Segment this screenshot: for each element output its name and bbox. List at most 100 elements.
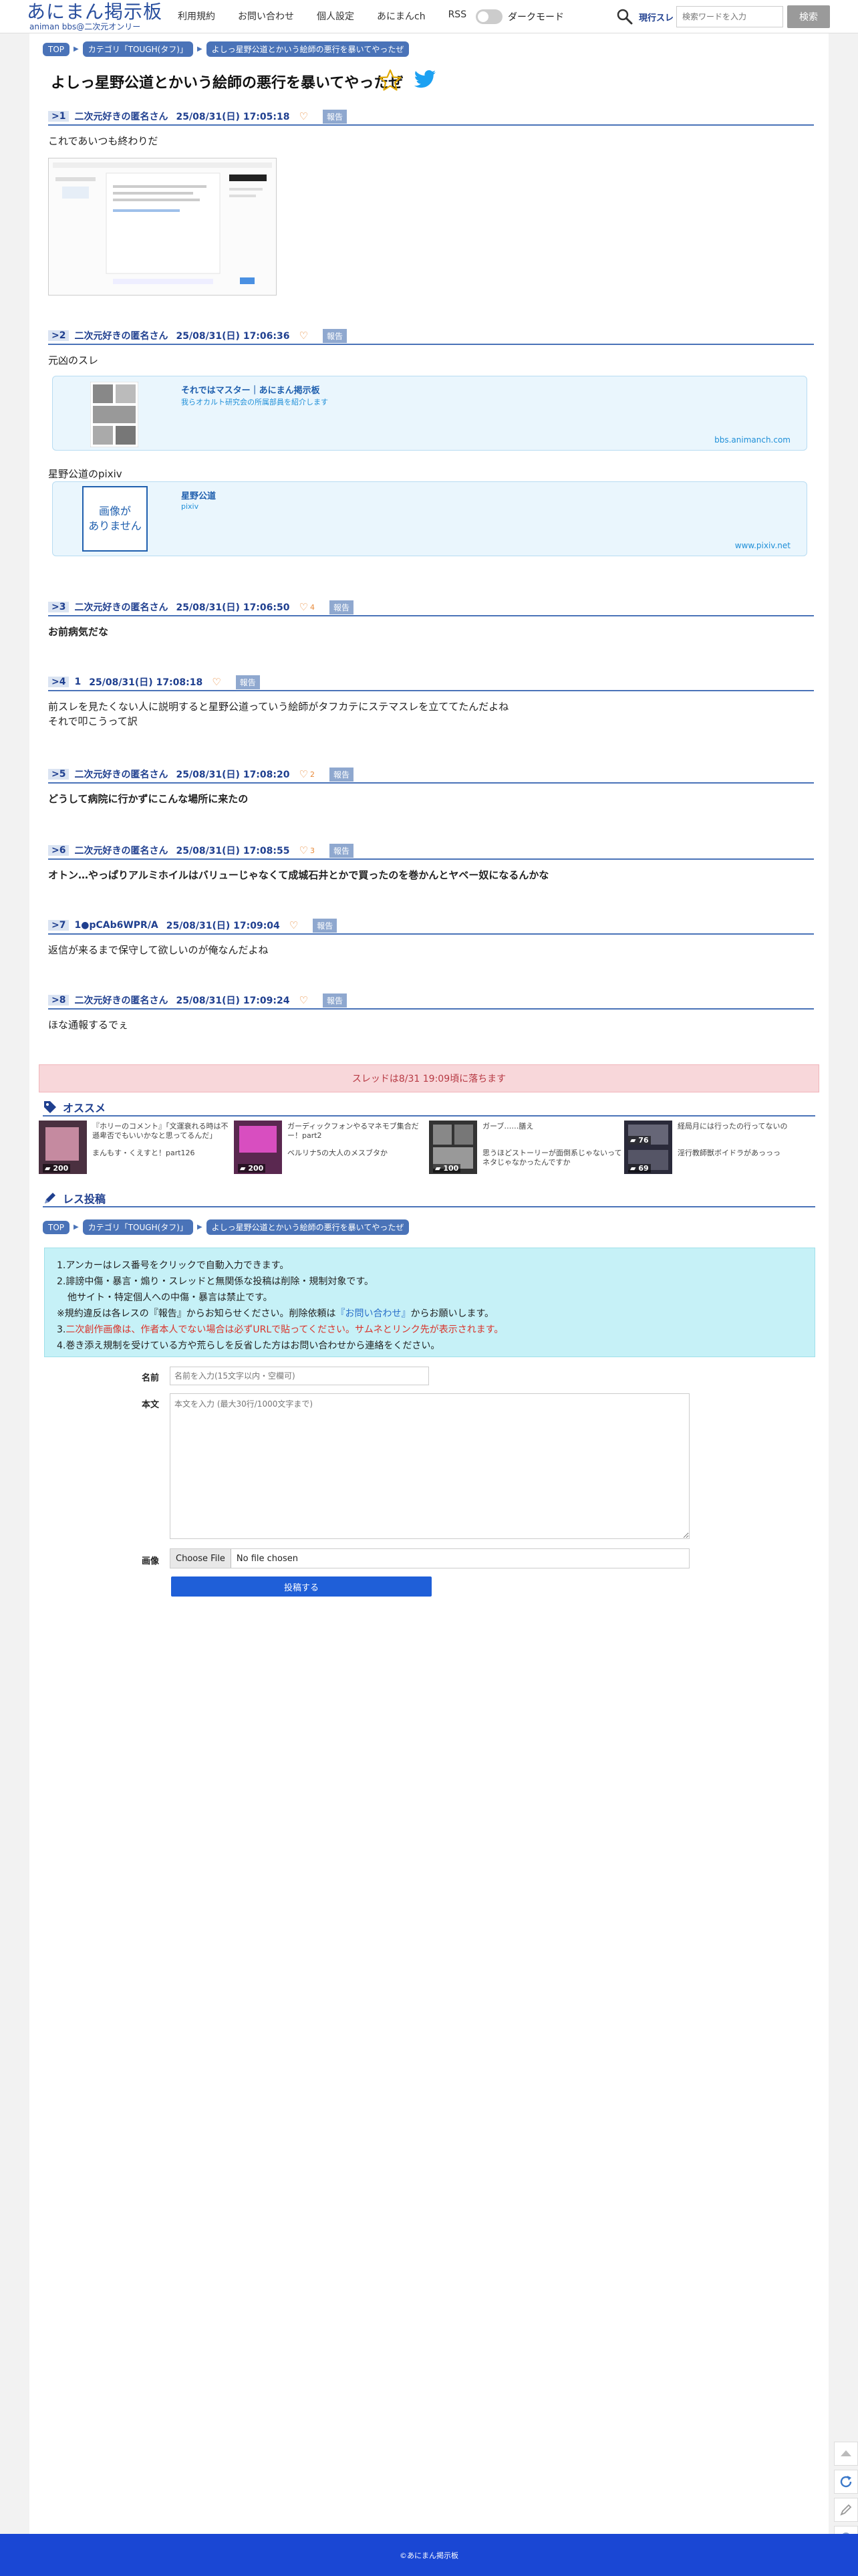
like-button[interactable]: ♡ 3 <box>299 844 314 856</box>
post-number[interactable]: >2 <box>48 330 69 341</box>
post-date: 25/08/31(日) 17:08:20 <box>176 770 290 780</box>
link-card-description: pixiv <box>181 502 199 511</box>
nav-settings[interactable]: 個人設定 <box>317 9 354 23</box>
name-input[interactable] <box>170 1367 429 1385</box>
search-input[interactable] <box>676 6 783 27</box>
report-button[interactable]: 報告 <box>313 918 337 933</box>
post-image-thumbnail[interactable] <box>48 158 277 296</box>
like-count: 2 <box>309 770 315 779</box>
post-number[interactable]: >7 <box>48 920 69 931</box>
reload-button[interactable] <box>834 2470 858 2494</box>
rule-2: 2.誹謗中傷・暴言・煽り・スレッドと無関係な投稿は削除・規制対象です。 <box>57 1276 374 1287</box>
breadcrumb-top[interactable]: TOP <box>43 42 70 56</box>
image-label: 画像 <box>142 1556 160 1566</box>
body-textarea[interactable] <box>170 1393 690 1539</box>
post-number[interactable]: >4 <box>48 677 69 687</box>
search-icon[interactable] <box>616 8 633 25</box>
report-button[interactable]: 報告 <box>322 328 347 343</box>
heart-icon: ♡ <box>299 994 308 1006</box>
comment-count: ▰ 69 <box>628 1164 651 1173</box>
recommend-title: ガーブ……膳え <box>482 1122 534 1131</box>
like-button[interactable]: ♡ <box>212 676 221 688</box>
post-body-continued: 星野公道のpixiv <box>48 468 122 480</box>
post-author: 1 <box>74 677 82 687</box>
like-button[interactable]: ♡ <box>299 330 307 342</box>
search-button[interactable]: 検索 <box>787 5 830 28</box>
post-number[interactable]: >1 <box>48 111 69 122</box>
post-body: どうして病院に行かずにこんな場所に来たの <box>48 793 249 805</box>
post-author: 二次元好きの匿名さん <box>74 602 168 613</box>
comment-icon: ▰ <box>630 1164 636 1173</box>
site-logo[interactable]: あにまん掲示板 animan bbs@二次元オンリー <box>27 1 167 32</box>
recommend-item-1[interactable]: ▰ 200 『ホリーのコメント』「文運衰れる時は不遜卑否でもいいかなと思ってるん… <box>39 1121 233 1174</box>
breadcrumb-category[interactable]: カテゴリ「TOUGH(タフ)」 <box>82 41 193 57</box>
report-button[interactable]: 報告 <box>322 993 347 1008</box>
nav-animanch[interactable]: あにまんch <box>377 9 426 23</box>
like-button[interactable]: ♡ 4 <box>299 601 314 613</box>
header-nav: 利用規約 お問い合わせ 個人設定 あにまんch RSS <box>178 9 466 23</box>
recommend-item-4[interactable]: ▰ 76 ▰ 69 経局月には行ったの行ってないの 淫行教師獣ボイドラがあっっっ <box>624 1121 818 1174</box>
breadcrumb-thread[interactable]: よしっ星野公道とかいう絵師の悪行を暴いてやったぜ <box>206 41 410 57</box>
post-body: 元凶のスレ <box>48 354 99 366</box>
report-button[interactable]: 報告 <box>329 843 353 858</box>
report-button[interactable]: 報告 <box>235 675 260 689</box>
twitter-share-icon[interactable] <box>413 70 437 91</box>
report-button[interactable]: 報告 <box>329 767 353 782</box>
post-number-value: 2 <box>59 330 66 341</box>
contact-link[interactable]: 『お問い合わせ』 <box>335 1308 410 1319</box>
post-number[interactable]: >6 <box>48 845 69 856</box>
breadcrumb-top[interactable]: TOP <box>43 1220 70 1234</box>
nav-terms[interactable]: 利用規約 <box>178 9 215 23</box>
post-2: >2 二次元好きの匿名さん 25/08/31(日) 17:06:36 ♡ 報告 … <box>48 328 814 368</box>
rule-2-note: 他サイト・特定個人への中傷・暴言は禁止です。 <box>67 1292 273 1303</box>
breadcrumb-thread[interactable]: よしっ星野公道とかいう絵師の悪行を暴いてやったぜ <box>206 1219 410 1235</box>
submit-button[interactable]: 投稿する <box>171 1576 432 1597</box>
favorite-star-icon[interactable] <box>378 68 402 92</box>
heart-icon: ♡ <box>299 330 308 342</box>
heart-icon: ♡ <box>299 110 308 122</box>
like-button[interactable]: ♡ 2 <box>299 768 314 780</box>
search-type-selector[interactable]: 現行スレ <box>639 11 674 23</box>
post-number[interactable]: >5 <box>48 769 69 780</box>
post-header: >1 二次元好きの匿名さん 25/08/31(日) 17:05:18 ♡ 報告 <box>48 108 814 126</box>
post-header: >7 1●pCAb6WPR/A 25/08/31(日) 17:09:04 ♡ 報… <box>48 917 814 935</box>
like-button[interactable]: ♡ <box>299 994 307 1006</box>
post-author: 1●pCAb6WPR/A <box>74 920 158 931</box>
post-number[interactable]: >8 <box>48 995 69 1006</box>
image-file-input[interactable]: Choose File No file chosen <box>170 1548 690 1568</box>
comment-count-value: 200 <box>53 1164 69 1173</box>
choose-file-button[interactable]: Choose File <box>170 1549 231 1568</box>
report-button[interactable]: 報告 <box>322 109 347 124</box>
anchor-marker: > <box>51 995 59 1006</box>
link-card-thread[interactable]: それではマスター｜あにまん掲示板 我らオカルト研究会の所属部員を紹介します bb… <box>52 376 807 451</box>
heart-icon: ♡ <box>299 844 308 856</box>
dark-mode-toggle[interactable] <box>476 9 503 24</box>
heart-icon: ♡ <box>212 676 221 688</box>
post-7: >7 1●pCAb6WPR/A 25/08/31(日) 17:09:04 ♡ 報… <box>48 917 814 957</box>
reply-heading: レス投稿 <box>43 1190 815 1207</box>
breadcrumb-category[interactable]: カテゴリ「TOUGH(タフ)」 <box>82 1219 193 1235</box>
post-6: >6 二次元好きの匿名さん 25/08/31(日) 17:08:55 ♡ 3 報告… <box>48 842 814 883</box>
nav-rss[interactable]: RSS <box>448 9 467 23</box>
write-button[interactable] <box>834 2498 858 2522</box>
anchor-marker: > <box>51 920 59 931</box>
like-button[interactable]: ♡ <box>299 110 307 122</box>
scroll-top-button[interactable] <box>834 2442 858 2466</box>
heart-icon: ♡ <box>299 601 308 613</box>
post-1: >1 二次元好きの匿名さん 25/08/31(日) 17:05:18 ♡ 報告 … <box>48 108 814 148</box>
comment-icon: ▰ <box>45 1164 51 1173</box>
link-card-title: 星野公道 <box>181 491 217 501</box>
like-button[interactable]: ♡ <box>289 919 298 931</box>
recommend-item-2[interactable]: ▰ 200 ガーディックフォンやるマネモブ集合だー！part2 ベルリナ5の大人… <box>234 1121 428 1174</box>
post-number[interactable]: >3 <box>48 602 69 612</box>
recommend-subtitle: 淫行教師獣ボイドラがあっっっ <box>678 1149 780 1157</box>
report-button[interactable]: 報告 <box>329 600 353 614</box>
post-date: 25/08/31(日) 17:08:55 <box>176 846 290 856</box>
link-card-pixiv[interactable]: 画像が ありません 星野公道 pixiv www.pixiv.net <box>52 481 807 556</box>
comment-count: ▰ 100 <box>433 1164 461 1173</box>
recommend-item-3[interactable]: ▰ 100 ガーブ……膳え 思うほどストーリーが面倒系じゃないってネタじゃなかっ… <box>429 1121 623 1174</box>
rule-3: 3.二次創作画像は、作者本人でない場合は必ずURLで貼ってください。サムネとリン… <box>57 1322 803 1338</box>
post-3: >3 二次元好きの匿名さん 25/08/31(日) 17:06:50 ♡ 4 報告… <box>48 599 814 639</box>
nav-contact[interactable]: お問い合わせ <box>238 9 294 23</box>
screenshot-thumbnail-image <box>49 158 276 295</box>
